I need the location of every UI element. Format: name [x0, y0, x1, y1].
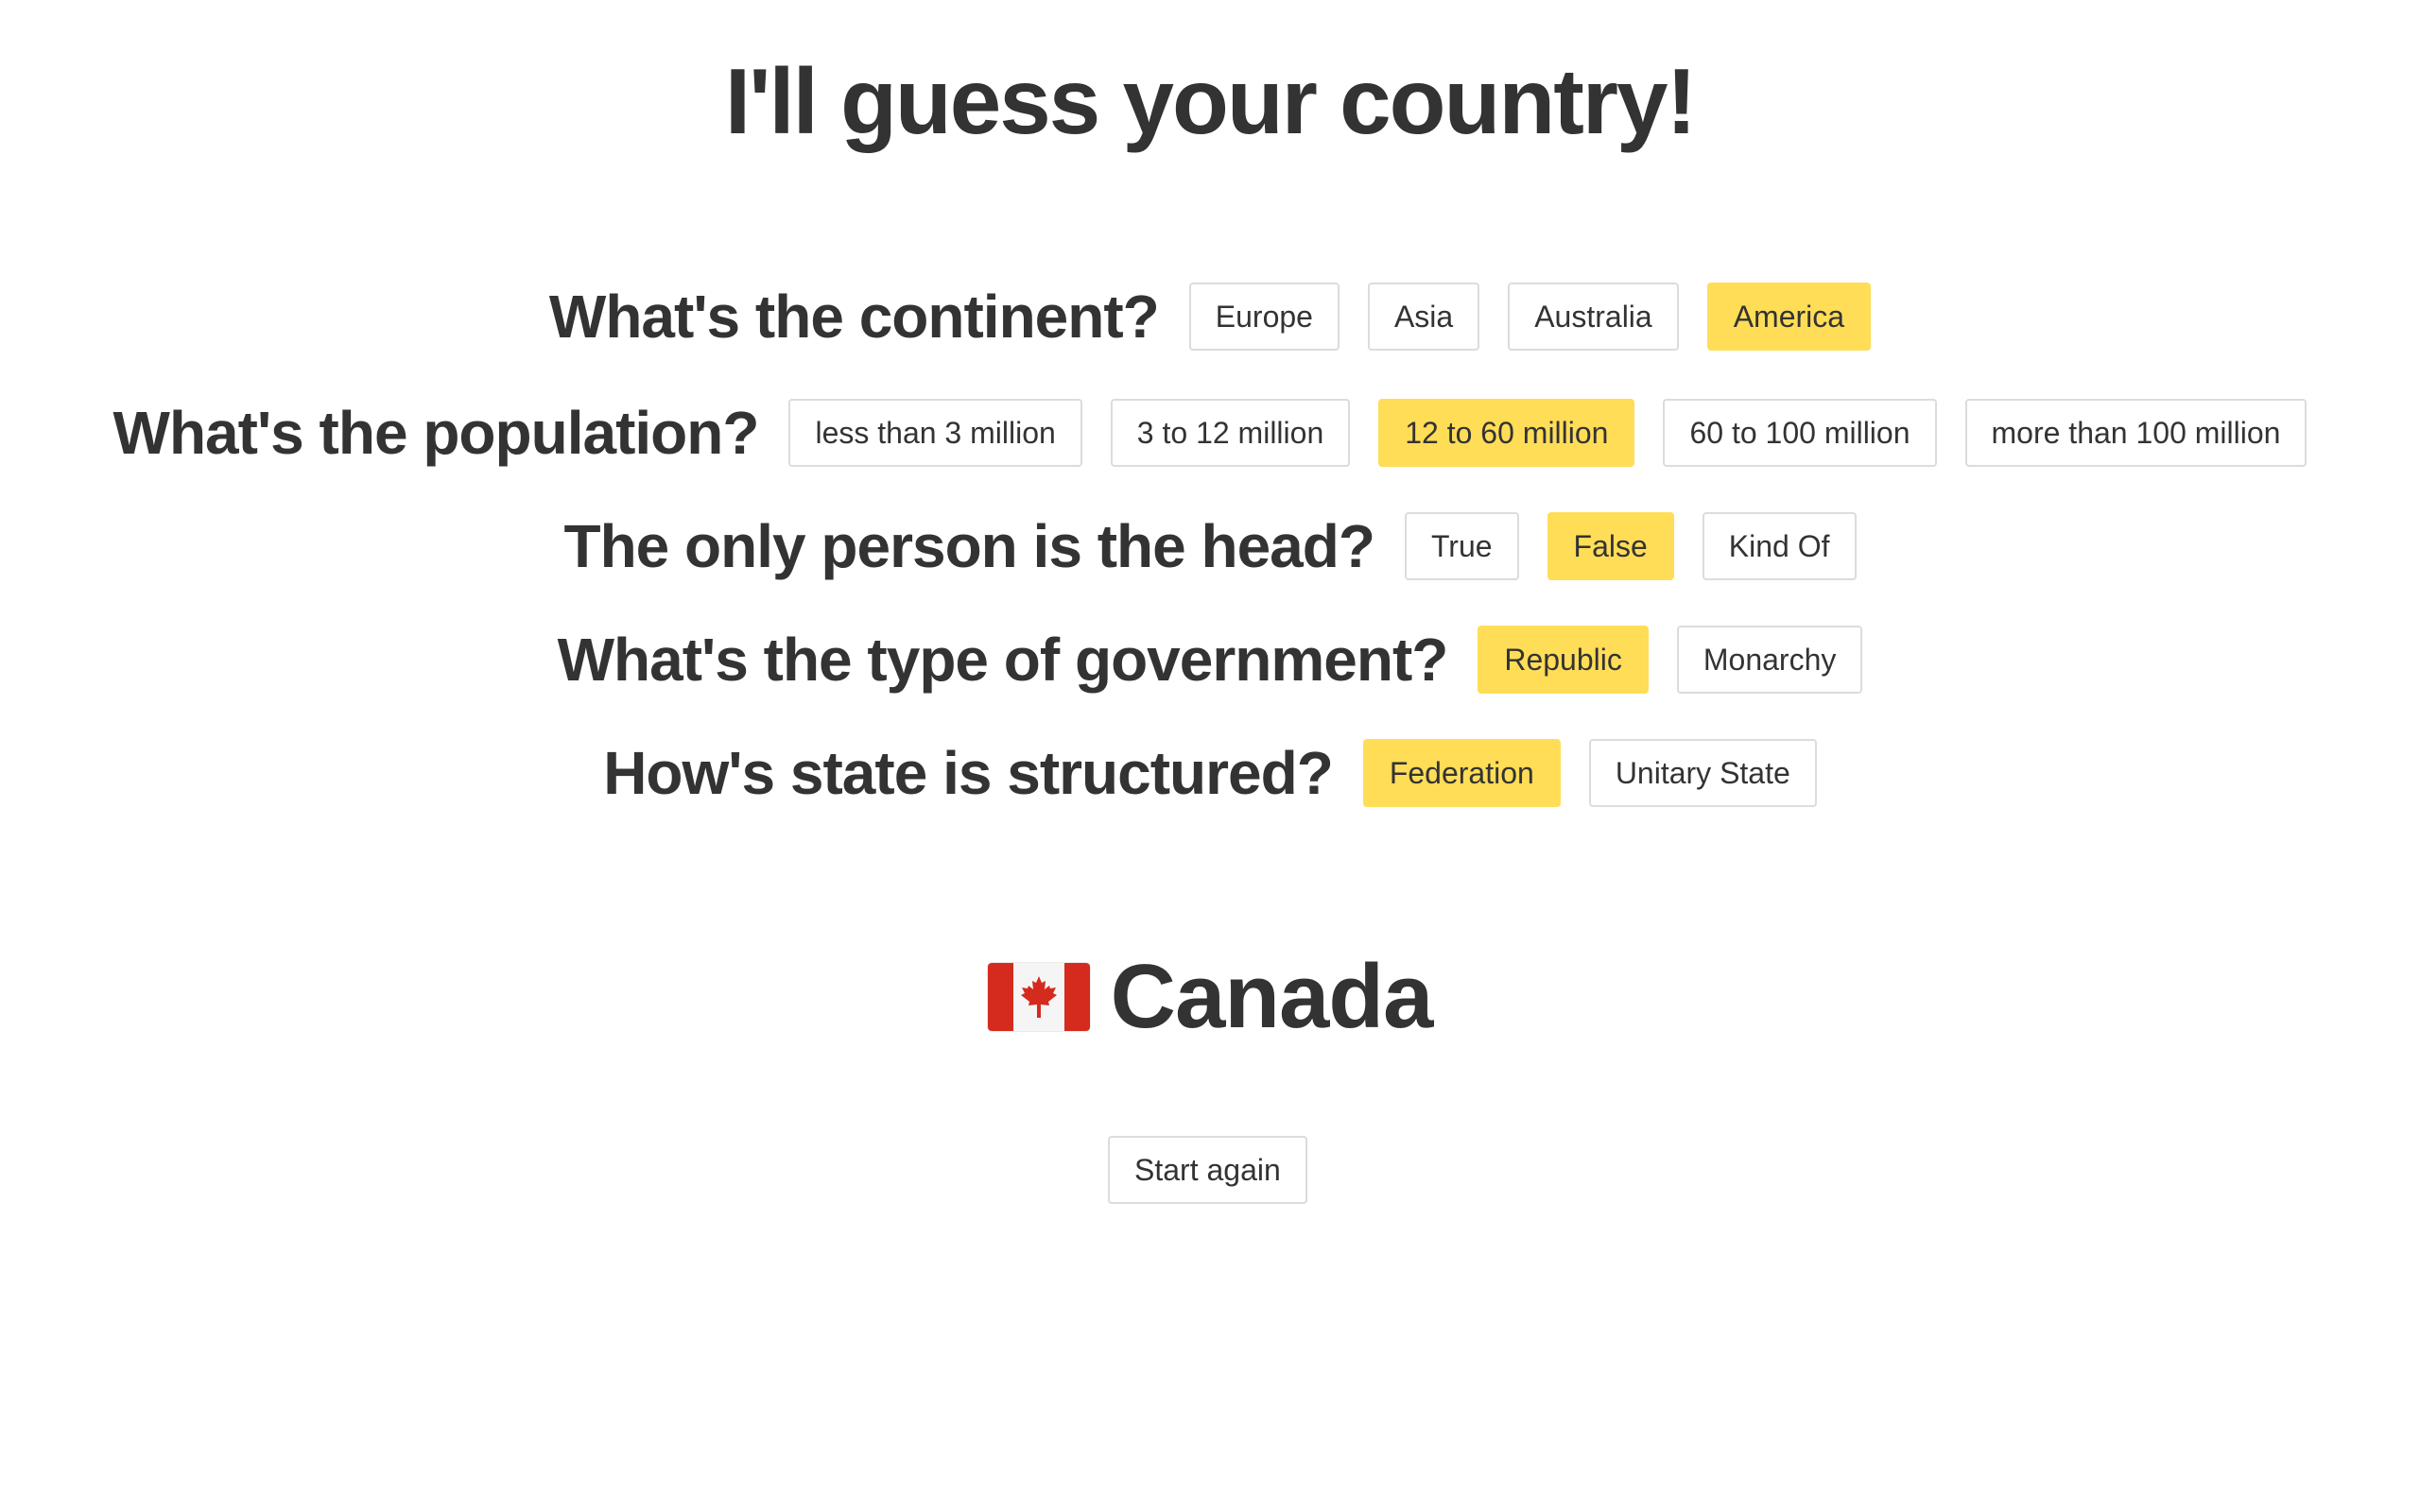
option-europe-button[interactable]: Europe: [1188, 283, 1340, 351]
question-row-government: What's the type of government? Republic …: [0, 625, 2420, 695]
question-label: What's the continent?: [548, 283, 1160, 351]
option-republic-button[interactable]: Republic: [1478, 626, 1649, 694]
question-row-head: The only person is the head? True False …: [0, 511, 2420, 581]
option-australia-button[interactable]: Australia: [1508, 283, 1679, 351]
option-less-than-3-million-button[interactable]: less than 3 million: [788, 399, 1082, 467]
question-label: What's the type of government?: [557, 626, 1449, 694]
option-60-to-100-million-button[interactable]: 60 to 100 million: [1663, 399, 1937, 467]
option-federation-button[interactable]: Federation: [1362, 739, 1561, 807]
option-kind-of-button[interactable]: Kind Of: [1702, 512, 1857, 580]
option-america-button[interactable]: America: [1706, 283, 1872, 351]
question-row-continent: What's the continent? Europe Asia Austra…: [0, 282, 2420, 352]
option-3-to-12-million-button[interactable]: 3 to 12 million: [1110, 399, 1351, 467]
page-title: I'll guess your country!: [724, 49, 1697, 153]
result-country-name: Canada: [1110, 946, 1434, 1047]
question-label: How's state is structured?: [603, 739, 1334, 807]
flag-center: [1012, 963, 1064, 1031]
canada-flag-icon: [987, 963, 1090, 1031]
result: Canada: [0, 945, 2420, 1049]
option-more-than-100-million-button[interactable]: more than 100 million: [1964, 399, 2308, 467]
option-12-to-60-million-button[interactable]: 12 to 60 million: [1378, 399, 1635, 467]
question-label: The only person is the head?: [563, 512, 1374, 580]
start-again-button[interactable]: Start again: [1108, 1136, 1307, 1204]
option-asia-button[interactable]: Asia: [1367, 283, 1480, 351]
option-unitary-state-button[interactable]: Unitary State: [1588, 739, 1817, 807]
question-label: What's the population?: [112, 399, 760, 467]
option-true-button[interactable]: True: [1404, 512, 1519, 580]
maple-leaf-icon: [1020, 976, 1057, 1018]
flag-band-right: [1063, 963, 1090, 1031]
question-row-structure: How's state is structured? Federation Un…: [0, 738, 2420, 808]
option-monarchy-button[interactable]: Monarchy: [1676, 626, 1863, 694]
option-false-button[interactable]: False: [1547, 512, 1674, 580]
flag-band-left: [987, 963, 1013, 1031]
question-row-population: What's the population? less than 3 milli…: [0, 398, 2420, 468]
